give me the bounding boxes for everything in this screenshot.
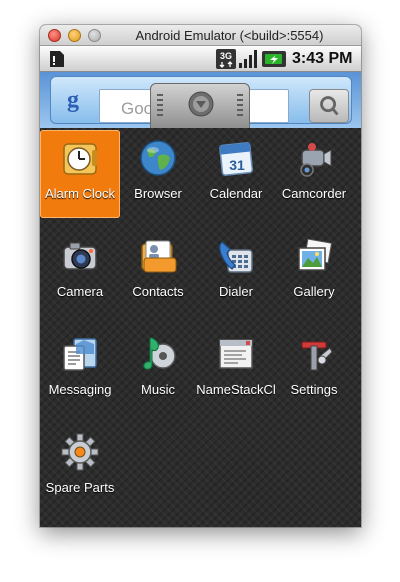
emulator-window: Android Emulator (<build>:5554) 3G 3:43 … <box>40 25 361 527</box>
app-label: Gallery <box>293 284 335 299</box>
window-app-icon <box>219 339 253 369</box>
android-status-bar[interactable]: 3G 3:43 PM <box>40 46 361 72</box>
app-label: Browser <box>134 186 182 201</box>
app-alarm-clock[interactable]: Alarm Clock <box>40 130 120 218</box>
zoom-window-button[interactable] <box>88 29 101 42</box>
app-label: Camcorder <box>281 186 347 201</box>
app-namestackcl[interactable]: NameStackCl <box>196 326 276 414</box>
google-logo-icon: g <box>67 87 79 113</box>
app-contacts[interactable]: Contacts <box>118 228 198 316</box>
network-3g-icon: 3G <box>216 49 236 69</box>
magnifier-icon <box>320 96 339 116</box>
calendar-day: 31 <box>229 157 245 173</box>
battery-charging-icon <box>262 51 286 67</box>
window-titlebar[interactable]: Android Emulator (<build>:5554) <box>40 25 361 46</box>
drawer-close-icon <box>188 91 214 117</box>
app-drawer: Alarm Clock Browser 31 Calendar Camcorde… <box>40 128 361 527</box>
photos-icon <box>298 238 333 271</box>
search-button[interactable] <box>309 89 349 123</box>
app-camera[interactable]: Camera <box>40 228 120 316</box>
music-icon <box>143 337 176 370</box>
app-label: Dialer <box>219 284 253 299</box>
signal-strength-icon <box>239 50 257 68</box>
minimize-window-button[interactable] <box>68 29 81 42</box>
app-label: Contacts <box>132 284 184 299</box>
status-clock: 3:43 PM <box>292 50 353 67</box>
app-label: Spare Parts <box>45 480 115 495</box>
sim-card-icon <box>50 51 64 67</box>
app-messaging[interactable]: Messaging <box>40 326 120 414</box>
contacts-icon <box>141 240 177 273</box>
network-type-label: 3G <box>220 51 232 61</box>
close-window-button[interactable] <box>48 29 61 42</box>
app-label: Calendar <box>209 186 263 201</box>
app-music[interactable]: Music <box>118 326 198 414</box>
app-label: Settings <box>290 382 338 397</box>
camcorder-icon <box>300 143 332 177</box>
app-gallery[interactable]: Gallery <box>274 228 354 316</box>
app-label: Music <box>141 382 175 397</box>
calendar-icon: 31 <box>219 142 254 176</box>
grip-dots-left <box>157 94 163 118</box>
app-label: Camera <box>56 284 104 299</box>
app-dialer[interactable]: Dialer <box>196 228 276 316</box>
app-drawer-handle[interactable] <box>150 83 250 129</box>
camera-icon <box>63 242 97 270</box>
app-settings[interactable]: Settings <box>274 326 354 414</box>
app-browser[interactable]: Browser <box>118 130 198 218</box>
globe-icon <box>140 140 176 176</box>
app-calendar[interactable]: 31 Calendar <box>196 130 276 218</box>
phone-icon <box>219 241 253 273</box>
alarm-clock-icon <box>63 143 97 175</box>
app-camcorder[interactable]: Camcorder <box>274 130 354 218</box>
app-label: NameStackCl <box>196 382 276 397</box>
grip-dots-right <box>237 94 243 118</box>
tools-icon <box>301 341 333 371</box>
app-label: Alarm Clock <box>44 186 116 201</box>
gear-icon <box>61 433 99 471</box>
window-title: Android Emulator (<build>:5554) <box>135 28 324 43</box>
app-label: Messaging <box>48 382 112 397</box>
messaging-icon <box>63 338 97 371</box>
app-spare-parts[interactable]: Spare Parts <box>40 424 120 512</box>
